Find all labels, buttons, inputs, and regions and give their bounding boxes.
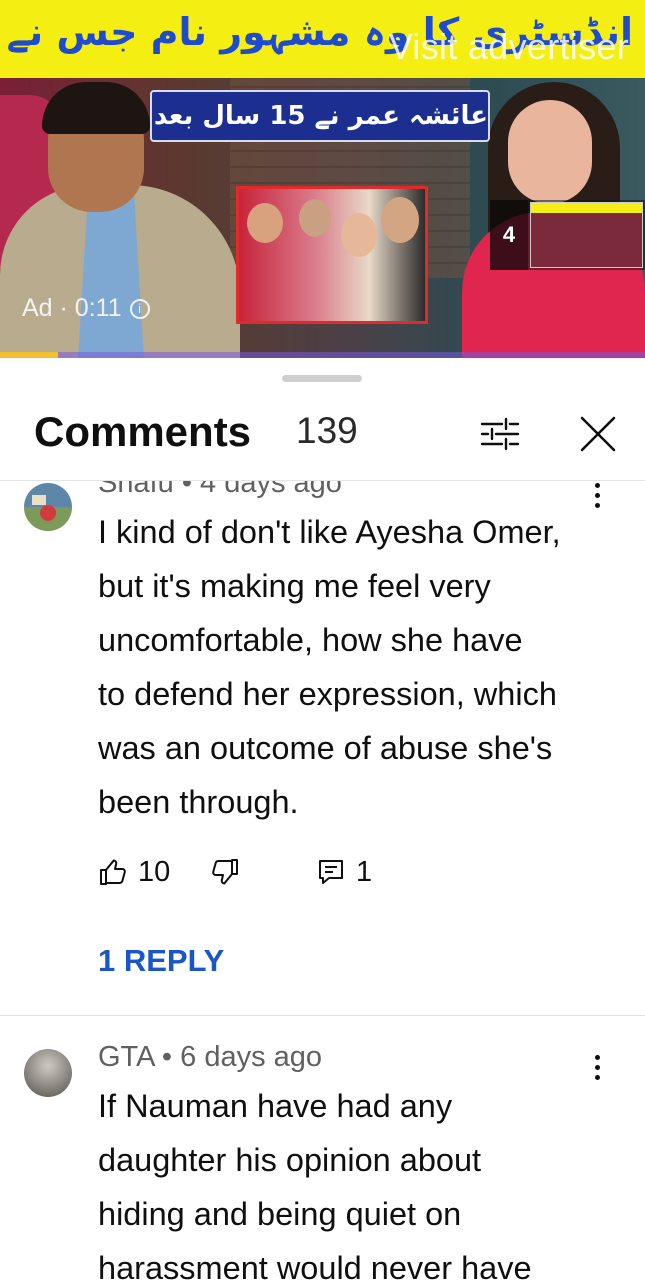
comment-line: daughter his opinion about — [98, 1142, 482, 1178]
like-count: 10 — [138, 855, 171, 888]
avatar[interactable] — [24, 1049, 72, 1097]
avatar-image — [24, 1049, 72, 1097]
close-button[interactable] — [572, 408, 624, 460]
dislike-button[interactable] — [210, 850, 240, 894]
woman-face — [508, 100, 592, 204]
visit-advertiser-link[interactable]: Visit advertiser — [389, 26, 629, 68]
up-next-image[interactable] — [530, 202, 643, 268]
like-button[interactable]: 10 — [98, 850, 170, 894]
comment-item: GTA • 6 days ago If Nauman have had any … — [0, 1041, 645, 1280]
comment-line: uncomfortable, how she have — [98, 622, 523, 658]
thumbs-up-icon — [100, 859, 126, 885]
ad-timer: Ad · 0:11 i — [22, 294, 150, 323]
comment-line: was an outcome of abuse she's — [98, 730, 553, 766]
comment-line: harassment would never have — [98, 1250, 532, 1280]
comment-author-meta[interactable]: Shafu • 4 days ago — [98, 481, 342, 500]
comment-text: If Nauman have had any daughter his opin… — [98, 1079, 618, 1280]
comment-line: hiding and being quiet on — [98, 1196, 462, 1232]
man-shirt — [78, 195, 144, 358]
reply-icon — [319, 860, 343, 884]
comment-divider — [0, 1015, 645, 1016]
view-replies-link[interactable]: 1 REPLY — [98, 943, 224, 979]
comment-actions: 10 1 — [98, 850, 598, 894]
ad-title-plate: عائشہ عمر نے 15 سال بعد خاموشی توڑ دی — [150, 90, 490, 142]
sliders-icon — [480, 417, 520, 451]
comment-line: I kind of don't like Ayesha Omer, — [98, 514, 561, 550]
comments-sheet: Comments 139 Shafu • 4 days ago I kind o… — [0, 358, 645, 1280]
comments-header: Comments 139 — [0, 398, 645, 468]
reply-button[interactable]: 1 — [316, 850, 372, 894]
comment-line: If Nauman have had any — [98, 1088, 453, 1124]
comment-line: to defend her expression, which — [98, 676, 557, 712]
drag-handle[interactable] — [282, 375, 362, 382]
avatar-image — [24, 483, 72, 531]
comment-text: I kind of don't like Ayesha Omer, but it… — [98, 505, 618, 829]
thumbs-down-icon — [212, 859, 238, 885]
info-icon[interactable]: i — [129, 298, 150, 319]
comment-line: but it's making me feel very — [98, 568, 491, 604]
comments-count: 139 — [296, 410, 358, 451]
queue-count: 4 — [490, 200, 528, 270]
comment-author-meta[interactable]: GTA • 6 days ago — [98, 1041, 322, 1074]
ad-timer-label: Ad · 0:11 — [22, 294, 122, 322]
ad-inset-photo — [236, 186, 428, 324]
reply-count: 1 — [356, 855, 373, 888]
avatar[interactable] — [24, 483, 72, 531]
comment-item: Shafu • 4 days ago I kind of don't like … — [0, 481, 645, 1013]
comment-line: been through. — [98, 784, 299, 820]
comments-title: Comments — [34, 408, 252, 455]
close-icon — [580, 416, 616, 452]
filter-button[interactable] — [474, 408, 526, 460]
video-player[interactable]: انڈسٹری کا وہ مشہور نام جس نے مجھے ہراسا… — [0, 0, 645, 358]
comments-list[interactable]: Shafu • 4 days ago I kind of don't like … — [0, 481, 645, 1280]
